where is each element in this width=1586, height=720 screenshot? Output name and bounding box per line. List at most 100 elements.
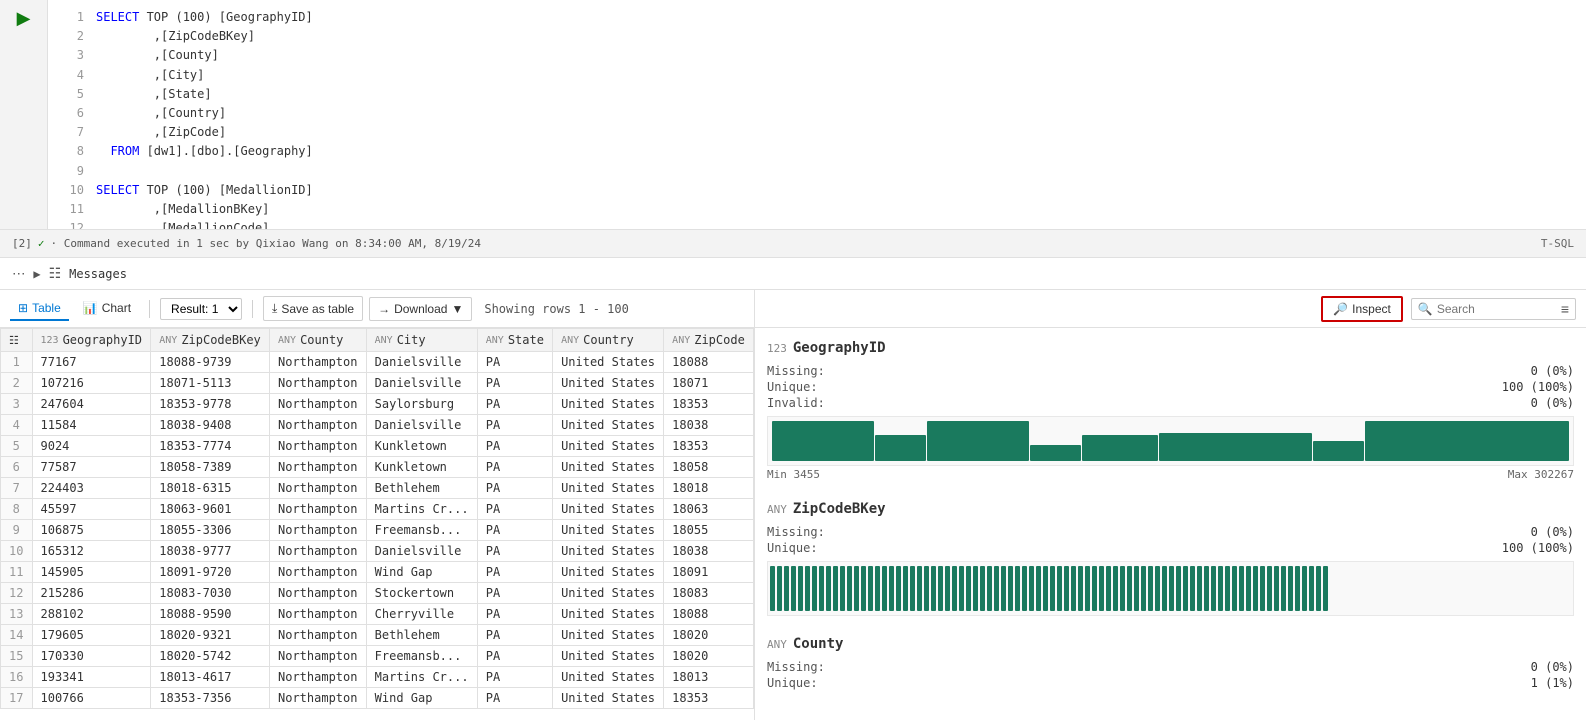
cell-county: Northampton	[270, 562, 367, 583]
cell-zipcode: 18058	[664, 457, 754, 478]
cell-county: Northampton	[270, 688, 367, 709]
showing-rows-text: Showing rows 1 - 100	[484, 302, 629, 316]
search-box[interactable]: 🔍 ≡	[1411, 298, 1576, 320]
cell-geographyid: 170330	[32, 646, 151, 667]
zip-bar-segment	[1057, 566, 1062, 611]
cell-country: United States	[553, 394, 664, 415]
cell-rownum: 5	[1, 436, 33, 457]
zip-bar-segment	[1169, 566, 1174, 611]
cell-zipcodebkey: 18058-7389	[151, 457, 270, 478]
inspect-scroll[interactable]: 123 GeographyID Missing:0 (0%) Unique:10…	[755, 328, 1586, 720]
zip-bar-segment	[868, 566, 873, 611]
col-header-city[interactable]: ANY City	[366, 329, 477, 352]
cell-state: PA	[477, 499, 552, 520]
cell-rownum: 14	[1, 625, 33, 646]
zip-bar-segment	[987, 566, 992, 611]
inspect-section-zipcodebkey: ANY ZipCodeBKey Missing:0 (0%) Unique:10…	[767, 501, 1574, 616]
cell-country: United States	[553, 688, 664, 709]
zip-bar-segment	[1253, 566, 1258, 611]
code-content: 1SELECT TOP (100) [GeographyID] 2 ,[ZipC…	[60, 8, 1574, 229]
cell-rownum: 12	[1, 583, 33, 604]
cell-rownum: 13	[1, 604, 33, 625]
cell-county: Northampton	[270, 373, 367, 394]
zip-bar-segment	[861, 566, 866, 611]
col-header-state[interactable]: ANY State	[477, 329, 552, 352]
table-row: 16 193341 18013-4617 Northampton Martins…	[1, 667, 754, 688]
col-header-county[interactable]: ANY County	[270, 329, 367, 352]
cell-zipcode: 18353	[664, 688, 754, 709]
messages-expand-btn[interactable]: ⋯	[12, 266, 25, 282]
messages-table-icon: ☷	[49, 266, 62, 282]
inspect-button[interactable]: 🔎 Inspect	[1321, 296, 1403, 322]
zip-bar-segment	[1043, 566, 1048, 611]
cell-zipcode: 18038	[664, 415, 754, 436]
zip-bar-segment	[1232, 566, 1237, 611]
cell-state: PA	[477, 394, 552, 415]
table-scroll[interactable]: ☷ 123 GeographyID ANY ZipCodeBKey ANY Co…	[0, 328, 754, 720]
run-button[interactable]: ▶	[17, 8, 31, 29]
col-header-geographyid[interactable]: 123 GeographyID	[32, 329, 151, 352]
table-row: 2 107216 18071-5113 Northampton Danielsv…	[1, 373, 754, 394]
zip-bar-segment	[1022, 566, 1027, 611]
toolbar-divider	[149, 300, 150, 318]
zip-bar-segment	[833, 566, 838, 611]
search-input[interactable]	[1437, 302, 1557, 316]
tab-chart[interactable]: 📊 Chart	[75, 297, 139, 321]
inspect-col-name-geographyid: GeographyID	[793, 340, 886, 356]
filter-button[interactable]: ≡	[1561, 301, 1569, 317]
zip-bar-segment	[1134, 566, 1139, 611]
zip-bar-segment	[1127, 566, 1132, 611]
inspect-title-zipcodebkey: ANY ZipCodeBKey	[767, 501, 1574, 517]
cell-zipcode: 18088	[664, 352, 754, 373]
cell-city: Martins Cr...	[366, 667, 477, 688]
download-button[interactable]: → Download ▼	[369, 297, 472, 321]
cell-zipcodebkey: 18018-6315	[151, 478, 270, 499]
cell-zipcodebkey: 18038-9777	[151, 541, 270, 562]
cell-rownum: 15	[1, 646, 33, 667]
cell-country: United States	[553, 604, 664, 625]
cell-zipcodebkey: 18038-9408	[151, 415, 270, 436]
cell-zipcodebkey: 18020-9321	[151, 625, 270, 646]
cell-county: Northampton	[270, 646, 367, 667]
table-row: 10 165312 18038-9777 Northampton Daniels…	[1, 541, 754, 562]
zip-bar-segment	[896, 566, 901, 611]
cell-rownum: 7	[1, 478, 33, 499]
cell-county: Northampton	[270, 394, 367, 415]
cell-city: Cherryville	[366, 604, 477, 625]
table-row: 11 145905 18091-9720 Northampton Wind Ga…	[1, 562, 754, 583]
col-header-country[interactable]: ANY Country	[553, 329, 664, 352]
tab-table[interactable]: ⊞ Table	[10, 297, 69, 321]
cell-zipcode: 18083	[664, 583, 754, 604]
chart-icon: 📊	[83, 301, 98, 315]
cell-state: PA	[477, 688, 552, 709]
save-as-table-button[interactable]: ⤓ Save as table	[263, 296, 363, 321]
cell-city: Freemansb...	[366, 646, 477, 667]
cell-geographyid: 288102	[32, 604, 151, 625]
zip-bar-segment	[1267, 566, 1272, 611]
code-editor[interactable]: 1SELECT TOP (100) [GeographyID] 2 ,[ZipC…	[48, 0, 1586, 229]
zip-bar-segment	[1162, 566, 1167, 611]
chart-geographyid	[767, 416, 1574, 466]
cell-zipcode: 18055	[664, 520, 754, 541]
zip-bar-segment	[1015, 566, 1020, 611]
cell-rownum: 17	[1, 688, 33, 709]
cell-city: Martins Cr...	[366, 499, 477, 520]
table-header-row: ☷ 123 GeographyID ANY ZipCodeBKey ANY Co…	[1, 329, 754, 352]
cell-zipcode: 18038	[664, 541, 754, 562]
cell-geographyid: 193341	[32, 667, 151, 688]
cell-county: Northampton	[270, 541, 367, 562]
cell-county: Northampton	[270, 457, 367, 478]
col-header-zipcode[interactable]: ANY ZipCode	[664, 329, 754, 352]
cell-state: PA	[477, 520, 552, 541]
zip-bar-segment	[1036, 566, 1041, 611]
cell-zipcodebkey: 18088-9590	[151, 604, 270, 625]
result-selector[interactable]: Result: 1 Result: 2	[160, 298, 242, 320]
zip-bar-segment	[1176, 566, 1181, 611]
cell-zipcodebkey: 18091-9720	[151, 562, 270, 583]
zip-bar-segment	[1155, 566, 1160, 611]
zip-bar-segment	[1106, 566, 1111, 611]
cell-city: Kunkletown	[366, 457, 477, 478]
table-row: 6 77587 18058-7389 Northampton Kunkletow…	[1, 457, 754, 478]
zip-bar-segment	[1274, 566, 1279, 611]
col-header-zipcodebkey[interactable]: ANY ZipCodeBKey	[151, 329, 270, 352]
